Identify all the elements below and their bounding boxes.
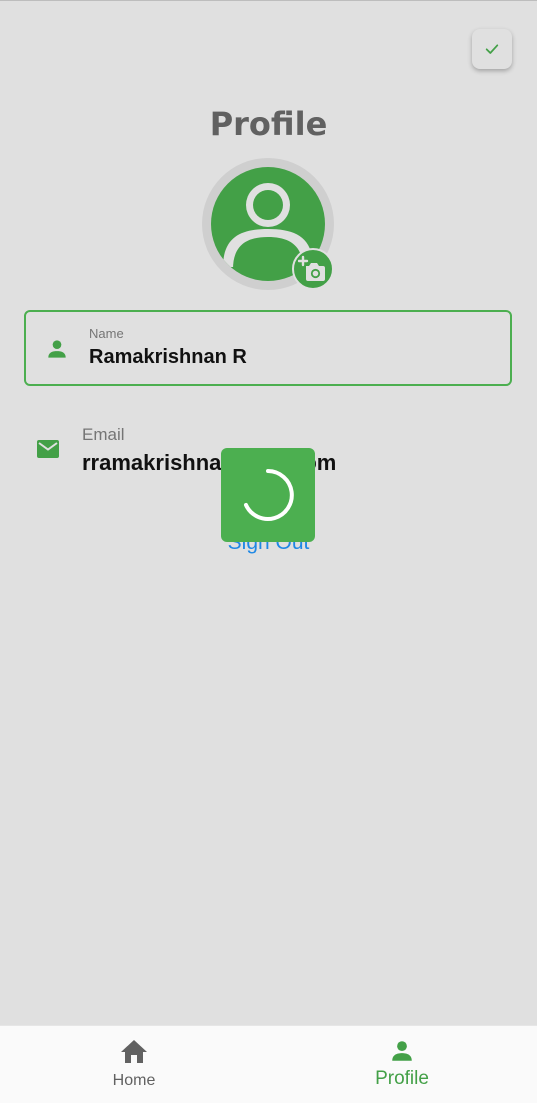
name-label: Name	[89, 326, 124, 341]
loading-indicator	[221, 448, 315, 542]
profile-screen: Profile Name Ramakrishnan R Email rramak…	[0, 0, 537, 1103]
name-value[interactable]: Ramakrishnan R	[89, 346, 247, 369]
check-icon	[485, 44, 499, 54]
home-icon	[121, 1040, 147, 1063]
change-photo-button[interactable]	[292, 248, 334, 290]
name-field[interactable]: Name Ramakrishnan R	[24, 310, 512, 386]
nav-item-profile[interactable]: Profile	[268, 1026, 536, 1103]
person-icon	[392, 1041, 412, 1061]
nav-profile-label: Profile	[375, 1068, 429, 1089]
add-a-photo-icon	[298, 255, 325, 281]
nav-item-home[interactable]: Home	[0, 1026, 268, 1103]
page-title: Profile	[209, 105, 328, 143]
person-icon	[48, 340, 66, 358]
save-button[interactable]	[472, 29, 512, 69]
email-label: Email	[82, 425, 125, 444]
spinner-icon	[244, 469, 294, 521]
bottom-nav: Home Profile	[0, 1025, 537, 1103]
mail-icon	[37, 440, 59, 458]
nav-home-label: Home	[112, 1072, 156, 1089]
